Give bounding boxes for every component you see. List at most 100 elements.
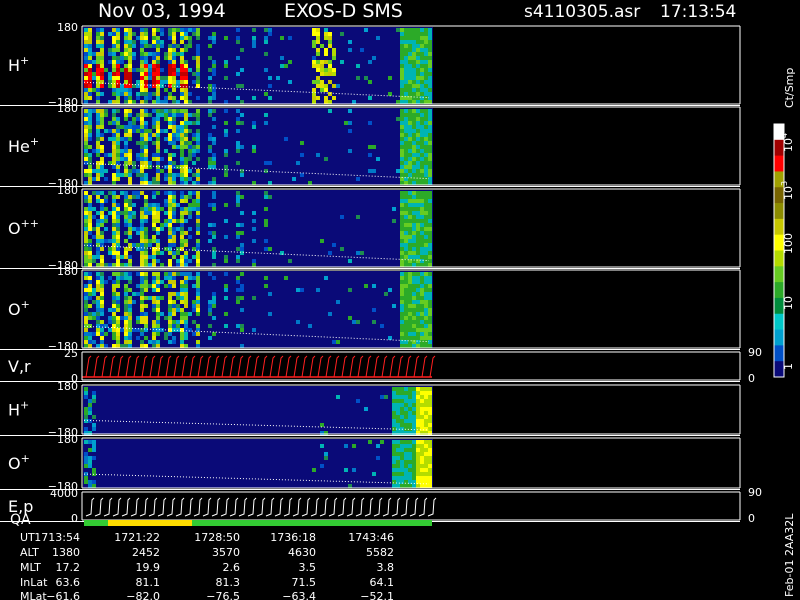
heat-cell [408,440,412,444]
heat-cell [428,32,432,36]
heat-cell [424,308,428,312]
heat-cell [124,32,128,36]
heat-cell [128,344,132,348]
heat-cell [400,255,404,259]
heat-cell [400,52,404,56]
heat-cell [236,117,240,121]
heat-cell [236,231,240,235]
heat-cell [188,215,192,219]
heat-cell [144,215,148,219]
heat-cell [140,125,144,129]
heat-cell [252,145,256,149]
heat-cell [168,121,172,125]
heat-cell [416,415,420,419]
heat-cell [140,84,144,88]
heat-cell [360,48,364,52]
heat-cell [264,92,268,96]
heat-cell [164,129,168,133]
qa-label: QA [10,512,31,528]
heat-cell [356,215,360,219]
heat-cell [240,100,244,104]
heat-cell [172,215,176,219]
heat-cell [428,145,432,149]
heat-cell [84,272,88,276]
heat-cell [188,121,192,125]
heat-cell [116,276,120,280]
heat-cell [396,100,400,104]
heat-cell [392,440,396,444]
heat-cell [160,44,164,48]
heat-cell [172,336,176,340]
heat-cell [236,109,240,113]
heat-cell [164,137,168,141]
heat-cell [128,44,132,48]
heat-cell [84,157,88,161]
heat-cell [416,316,420,320]
heat-cell [156,215,160,219]
orbit-table-cell: 3570 [212,546,240,559]
heat-cell [88,173,92,177]
heat-cell [100,280,104,284]
heat-cell [212,68,216,72]
heat-cell [404,125,408,129]
heat-cell [408,251,412,255]
heat-cell [400,44,404,48]
heat-cell [164,247,168,251]
heat-cell [428,88,432,92]
heat-cell [120,211,124,215]
heat-cell [420,320,424,324]
heat-cell [404,235,408,239]
heat-cell [412,251,416,255]
heat-cell [428,52,432,56]
heat-cell [188,157,192,161]
heat-cell [188,44,192,48]
heat-cell [88,60,92,64]
heat-cell [152,125,156,129]
heat-cell [404,227,408,231]
heat-cell [412,316,416,320]
heat-cell [168,320,172,324]
heat-cell [116,247,120,251]
heat-cell [308,324,312,328]
heat-cell [420,48,424,52]
heat-cell [212,92,216,96]
heat-cell [172,280,176,284]
heat-cell [148,340,152,344]
heat-cell [428,340,432,344]
heat-cell [408,239,412,243]
heat-cell [116,300,120,304]
heat-cell [140,173,144,177]
heat-cell [296,320,300,324]
heat-cell [196,255,200,259]
heat-cell [420,411,424,415]
heat-cell [400,149,404,153]
heat-cell [412,40,416,44]
heat-cell [184,125,188,129]
heat-cell [428,284,432,288]
heat-cell [408,137,412,141]
heat-cell [180,109,184,113]
heat-cell [136,153,140,157]
heat-cell [144,72,148,76]
heat-cell [404,320,408,324]
heat-cell [392,427,396,431]
heat-cell [84,235,88,239]
heat-cell [420,92,424,96]
heat-cell [84,344,88,348]
heat-cell [196,28,200,32]
heat-cell [88,56,92,60]
heat-cell [420,141,424,145]
heat-cell [188,129,192,133]
heat-cell [136,316,140,320]
heat-cell [128,227,132,231]
heat-cell [196,60,200,64]
panel-ytick-top: 180 [57,433,78,446]
heat-cell [236,145,240,149]
heat-cell [144,243,148,247]
heat-cell [104,153,108,157]
heat-cell [196,141,200,145]
heat-cell [88,137,92,141]
heat-cell [428,403,432,407]
heat-cell [116,332,120,336]
heat-cell [128,308,132,312]
